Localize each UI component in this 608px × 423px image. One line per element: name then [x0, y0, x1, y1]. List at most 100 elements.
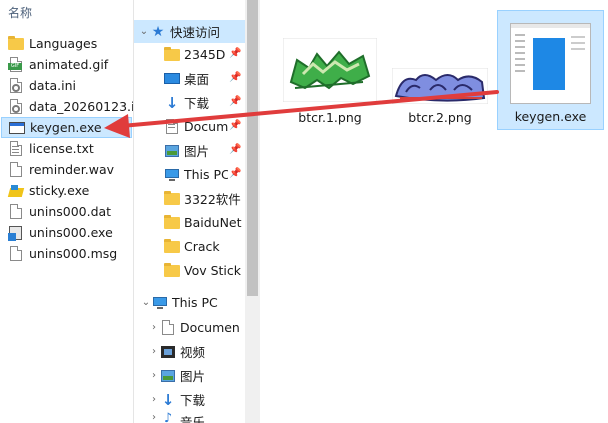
- pin-icon[interactable]: 📌: [229, 96, 241, 107]
- file-name: sticky.exe: [29, 183, 90, 198]
- nav-this-pc[interactable]: ⌄ This PC: [136, 291, 244, 314]
- computer-icon: [164, 167, 180, 183]
- file-name: unins000.dat: [29, 204, 112, 219]
- folder-icon: [164, 190, 180, 207]
- videos-icon: [160, 344, 176, 360]
- file-name: unins000.exe: [29, 225, 113, 240]
- pin-icon[interactable]: 📌: [229, 48, 241, 59]
- pin-icon[interactable]: 📌: [229, 144, 241, 155]
- nav-label: 下载: [184, 96, 210, 111]
- list-item[interactable]: unins000.exe: [8, 222, 113, 243]
- installer-icon: [8, 225, 24, 241]
- nav-pc-documents[interactable]: › Documen: [148, 316, 245, 339]
- file-list-pane: 名称 Languages GIF animated.gif data.ini d…: [0, 0, 146, 423]
- file-name: keygen.exe: [30, 120, 102, 135]
- text-file-icon: [8, 140, 24, 157]
- nav-pc-downloads[interactable]: › ↓ 下载: [148, 388, 245, 411]
- column-header-name[interactable]: 名称: [8, 4, 32, 21]
- nav-item-documents[interactable]: Docum: [164, 115, 232, 138]
- file-name: unins000.msg: [29, 246, 118, 261]
- folder-icon: [164, 46, 180, 63]
- list-item[interactable]: unins000.msg: [8, 243, 117, 264]
- chevron-right-icon[interactable]: ›: [148, 346, 160, 357]
- ini-file-icon: [8, 77, 24, 94]
- nav-label: 音乐: [180, 415, 206, 423]
- folder-icon: [8, 35, 24, 52]
- chevron-down-icon[interactable]: ⌄: [140, 297, 152, 308]
- pin-icon[interactable]: 📌: [229, 72, 241, 83]
- nav-label: 下载: [180, 393, 206, 408]
- list-item[interactable]: data_20260123.ini: [8, 96, 146, 117]
- graffiti-image-blue: [392, 68, 488, 104]
- file-name: license.txt: [29, 141, 94, 156]
- list-item[interactable]: Languages: [8, 33, 97, 54]
- star-icon: ★: [151, 23, 165, 40]
- nav-label: 视频: [180, 345, 206, 360]
- file-tile-keygen-selected[interactable]: keygen.exe: [497, 10, 604, 130]
- documents-icon: [160, 319, 176, 336]
- folder-icon: [164, 238, 180, 255]
- file-name: data.ini: [29, 78, 76, 93]
- nav-label: BaiduNet: [184, 215, 242, 230]
- nav-item-pictures[interactable]: 图片: [164, 139, 232, 162]
- nav-label: 图片: [180, 369, 206, 384]
- file-tile-btcr2[interactable]: btcr.2.png: [390, 36, 490, 130]
- nav-item-baidunet[interactable]: BaiduNet: [164, 211, 245, 234]
- file-name: data_20260123.ini: [29, 99, 146, 114]
- list-item[interactable]: license.txt: [8, 138, 94, 159]
- pin-icon[interactable]: 📌: [229, 168, 241, 179]
- file-tile-btcr1[interactable]: btcr.1.png: [281, 36, 379, 130]
- list-item-selected[interactable]: keygen.exe: [1, 117, 132, 138]
- nav-pc-pictures[interactable]: › 图片: [148, 364, 245, 387]
- download-icon: ↓: [165, 93, 179, 112]
- nav-label: 图片: [184, 144, 210, 159]
- nav-label: 2345D: [184, 47, 226, 62]
- nav-quick-access[interactable]: ⌄ ★ 快速访问: [134, 20, 245, 43]
- folder-icon: [164, 262, 180, 279]
- file-icon: [8, 203, 24, 220]
- file-name: Languages: [29, 36, 98, 51]
- list-item[interactable]: data.ini: [8, 75, 76, 96]
- gif-file-icon: GIF: [8, 56, 24, 73]
- documents-icon: [164, 118, 180, 135]
- nav-label: Vov Stick: [184, 263, 242, 278]
- pictures-icon: [164, 143, 180, 159]
- file-tile-label: keygen.exe: [514, 109, 587, 124]
- nav-scrollbar-thumb[interactable]: [247, 0, 258, 296]
- graffiti-image-green: [283, 38, 377, 102]
- nav-label: Crack: [184, 239, 220, 254]
- nav-item-vov-stick[interactable]: Vov Stick: [164, 259, 245, 282]
- list-item[interactable]: unins000.dat: [8, 201, 111, 222]
- chevron-down-icon[interactable]: ⌄: [138, 26, 150, 37]
- file-tile-label: btcr.2.png: [408, 110, 472, 125]
- list-item[interactable]: sticky.exe: [7, 180, 90, 201]
- nav-label: Docum: [184, 119, 229, 134]
- nav-item-this-pc[interactable]: This PC: [164, 163, 228, 186]
- nav-label: Documen: [180, 320, 240, 335]
- ini-file-icon: [8, 98, 24, 115]
- music-icon: ♪: [163, 412, 173, 423]
- pin-icon[interactable]: 📌: [229, 120, 241, 131]
- desktop-icon: [164, 71, 180, 87]
- nav-pc-videos[interactable]: › 视频: [148, 340, 245, 363]
- chevron-right-icon[interactable]: ›: [148, 322, 160, 333]
- nav-label: 3322软件: [184, 192, 241, 207]
- file-name: reminder.wav: [29, 162, 114, 177]
- exe-app-icon: [9, 120, 25, 136]
- nav-item-3322[interactable]: 3322软件: [164, 187, 245, 210]
- nav-pc-music[interactable]: › ♪ 音乐: [148, 412, 245, 423]
- pictures-icon: [160, 368, 176, 384]
- chevron-right-icon[interactable]: ›: [148, 370, 160, 381]
- nav-label: This PC: [184, 167, 228, 182]
- sticky-app-icon: [7, 183, 25, 199]
- chevron-right-icon[interactable]: ›: [148, 412, 160, 423]
- nav-label: 快速访问: [170, 25, 221, 40]
- nav-item-crack[interactable]: Crack: [164, 235, 245, 258]
- app-window-thumbnail: [510, 23, 591, 104]
- folder-icon: [164, 214, 180, 231]
- list-item[interactable]: GIF animated.gif: [8, 54, 108, 75]
- list-item[interactable]: reminder.wav: [8, 159, 114, 180]
- chevron-right-icon[interactable]: ›: [148, 394, 160, 405]
- computer-icon: [152, 295, 168, 311]
- file-icon: [8, 245, 24, 262]
